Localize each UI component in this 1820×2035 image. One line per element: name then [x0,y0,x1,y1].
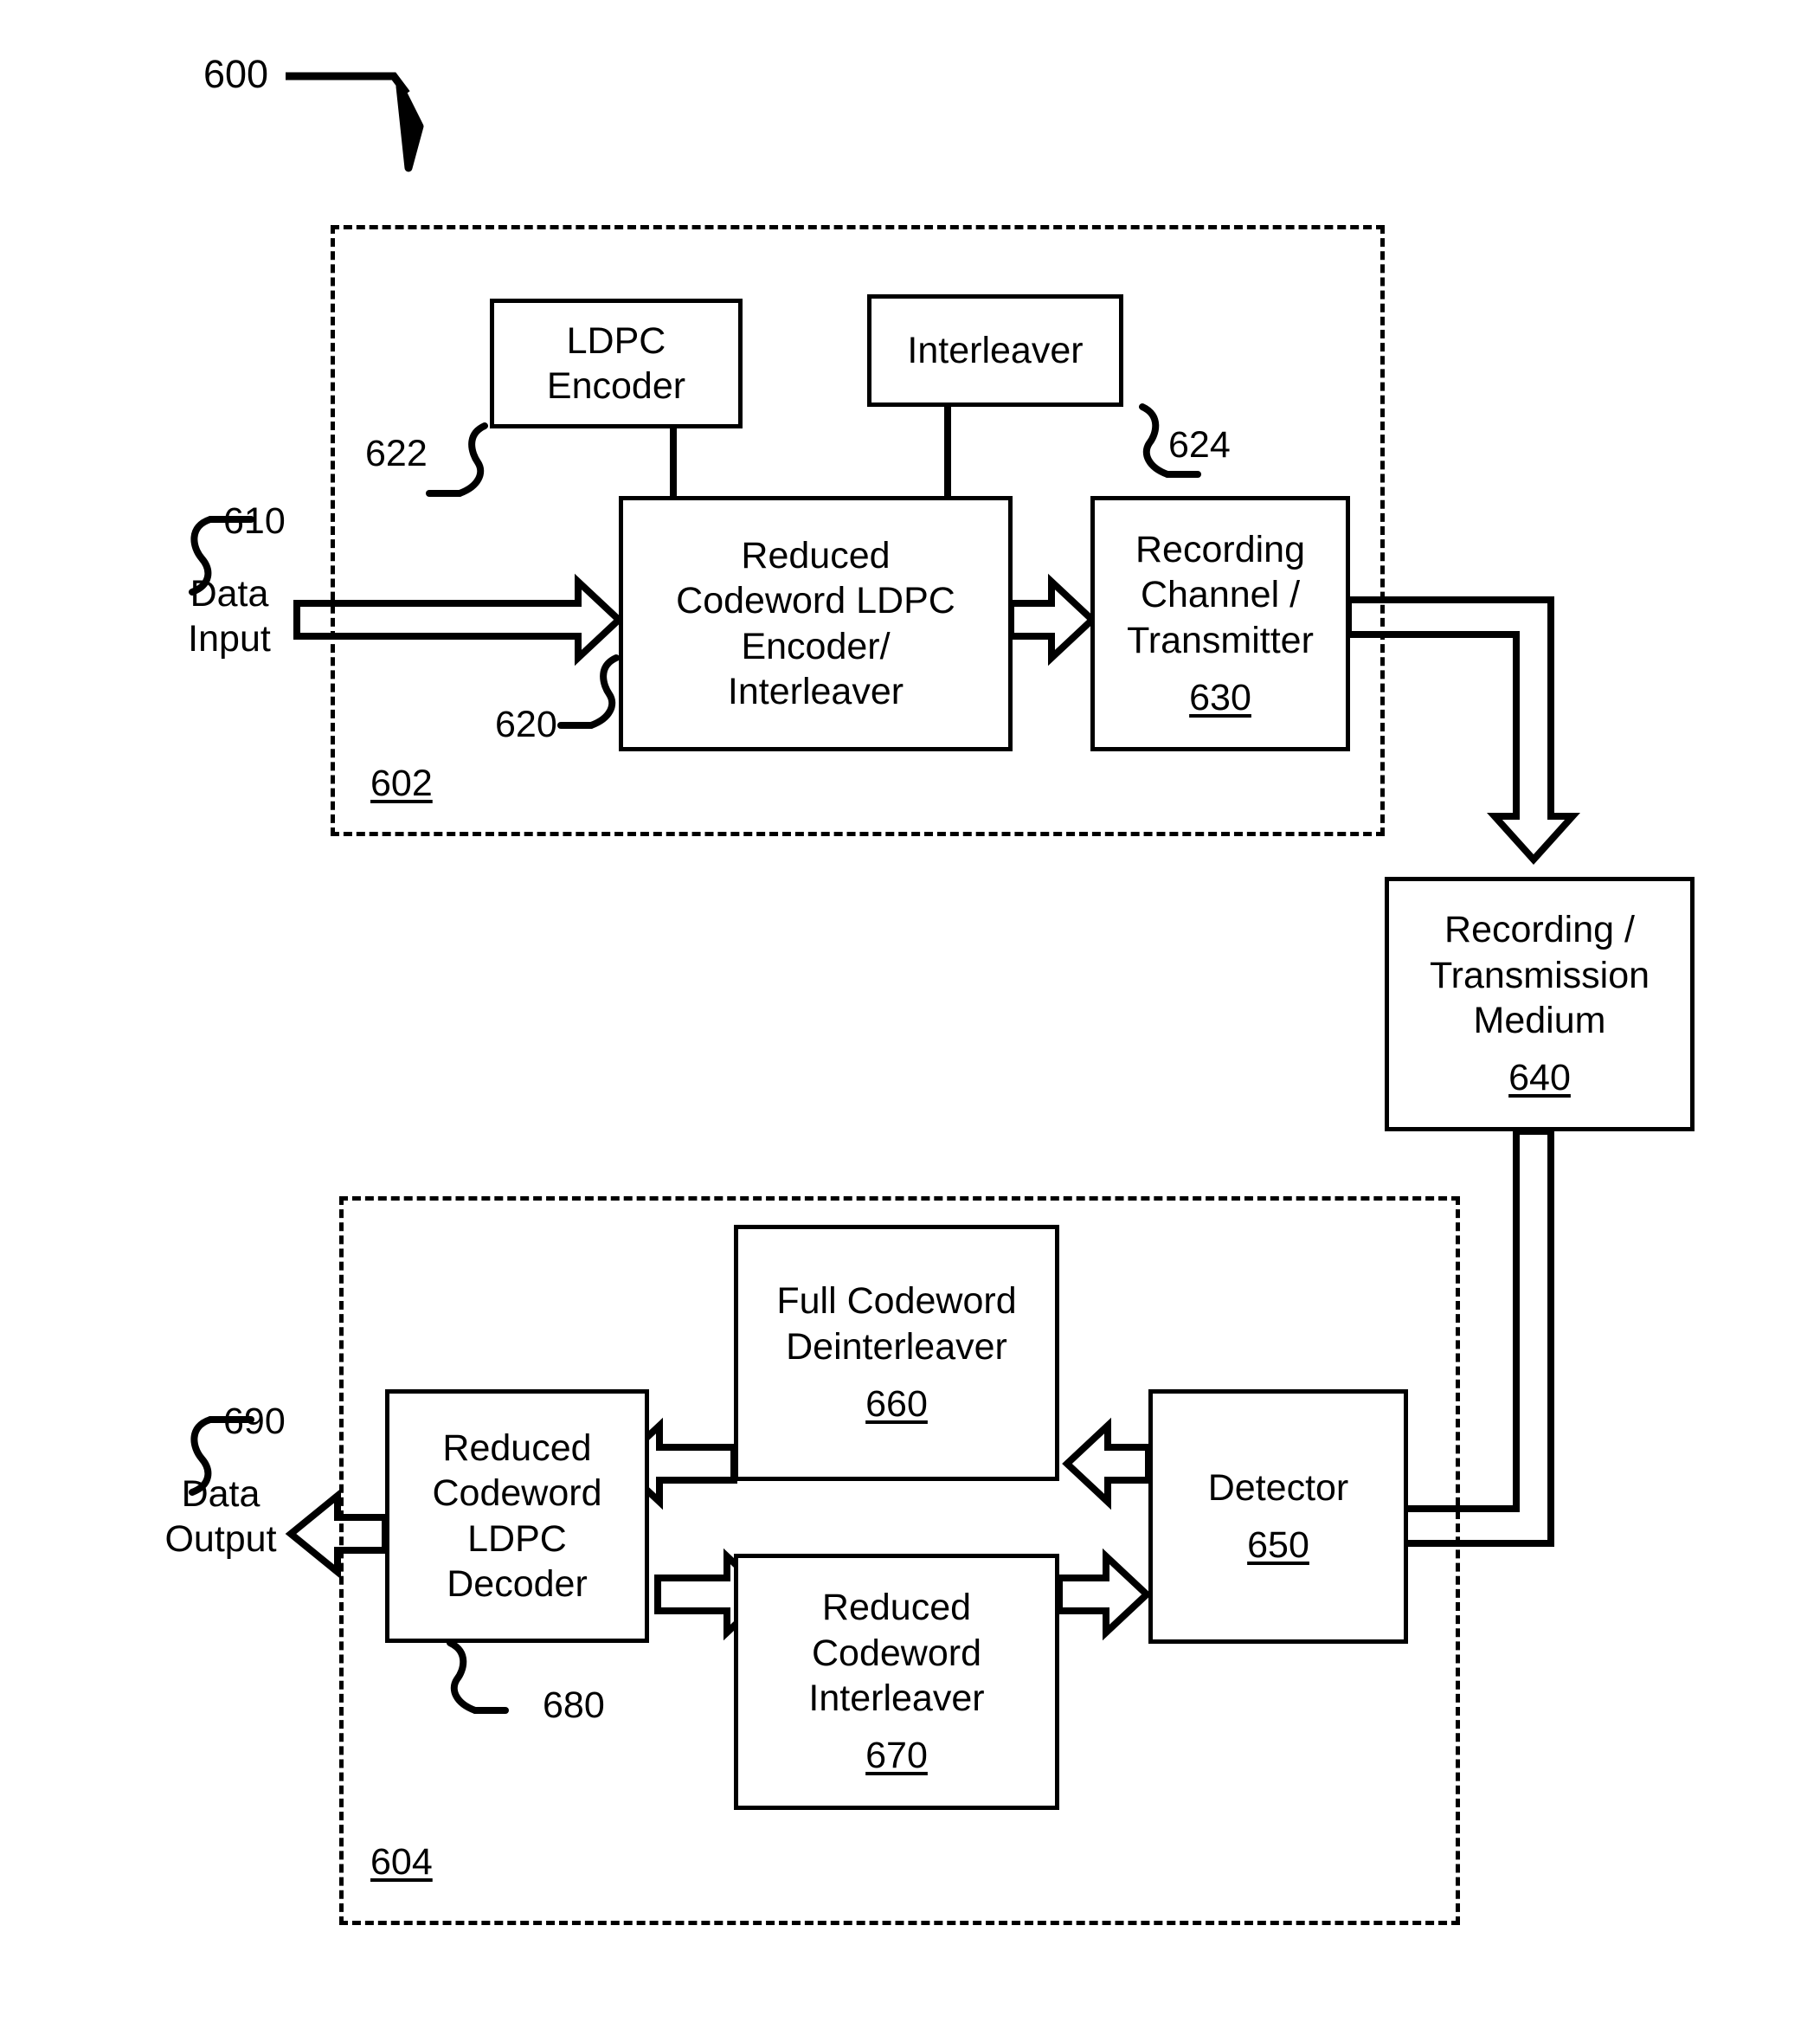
block-660-line-1: Full Codeword [776,1280,1017,1323]
ref-label-624: 624 [1168,424,1231,466]
block-630-ref: 630 [1189,676,1251,718]
figure-canvas: LDPC Encoder Interleaver Reduced Codewor… [0,0,1820,2035]
block-ldpc-encoder[interactable]: LDPC Encoder [490,299,743,428]
block-reduced-codeword-ldpc-decoder[interactable]: Reduced Codeword LDPC Decoder [385,1389,649,1643]
block-660-line-2: Deinterleaver [786,1325,1007,1368]
block-reduced-codeword-interleaver[interactable]: Reduced Codeword Interleaver 670 [734,1554,1059,1810]
block-680-line-2: Codeword [432,1472,602,1515]
block-640-ref: 640 [1508,1057,1571,1099]
block-full-codeword-deinterleaver[interactable]: Full Codeword Deinterleaver 660 [734,1225,1059,1481]
ref-label-604: 604 [370,1841,433,1883]
block-630-line-2: Channel / [1140,574,1301,616]
label-data-output: Data Output [130,1472,312,1562]
block-620-line-2: Codeword LDPC [676,580,955,622]
block-650-line-1: Detector [1207,1466,1349,1509]
label-data-input: Data Input [147,571,312,662]
block-680-line-1: Reduced [442,1426,592,1469]
block-680-line-4: Decoder [447,1562,588,1605]
block-640-line-3: Medium [1473,1000,1606,1041]
block-detector[interactable]: Detector 650 [1148,1389,1408,1644]
block-620-line-4: Interleaver [727,670,904,712]
block-ldpc-encoder-line-1: LDPC [566,319,666,362]
ref-label-680: 680 [543,1684,605,1726]
block-670-ref: 670 [865,1735,928,1777]
label-data-input-line-1: Data [190,573,269,615]
block-recording-channel-transmitter[interactable]: Recording Channel / Transmitter 630 [1090,496,1350,751]
block-680-line-3: LDPC [467,1517,567,1560]
block-670-line-3: Interleaver [808,1678,985,1719]
block-ldpc-encoder-line-2: Encoder [546,365,686,407]
ref-label-622: 622 [365,433,428,474]
figure-ref-600: 600 [203,52,269,96]
block-660-ref: 660 [865,1383,928,1426]
block-interleaver-line-1: Interleaver [907,329,1084,371]
ref-label-690: 690 [223,1401,286,1442]
ref-label-620: 620 [495,704,557,745]
block-650-ref: 650 [1247,1524,1309,1566]
block-620-line-1: Reduced [741,534,891,576]
block-630-line-1: Recording [1135,528,1305,570]
figure-leader-600 [286,72,424,172]
block-670-line-1: Reduced [821,1587,972,1629]
ref-label-610: 610 [223,500,286,542]
block-620-line-3: Encoder/ [741,625,891,667]
block-630-line-3: Transmitter [1127,619,1314,661]
label-data-input-line-2: Input [188,618,271,660]
label-data-output-line-2: Output [164,1518,277,1561]
ref-label-602: 602 [370,763,433,804]
label-data-output-line-1: Data [181,1473,260,1515]
block-reduced-codeword-ldpc-encoder-interleaver[interactable]: Reduced Codeword LDPC Encoder/ Interleav… [619,496,1013,751]
block-640-line-1: Recording / [1444,909,1635,951]
block-recording-transmission-medium[interactable]: Recording / Transmission Medium 640 [1385,877,1695,1131]
block-670-line-2: Codeword [812,1632,981,1674]
block-640-line-2: Transmission [1429,954,1650,996]
block-interleaver[interactable]: Interleaver [867,294,1123,407]
